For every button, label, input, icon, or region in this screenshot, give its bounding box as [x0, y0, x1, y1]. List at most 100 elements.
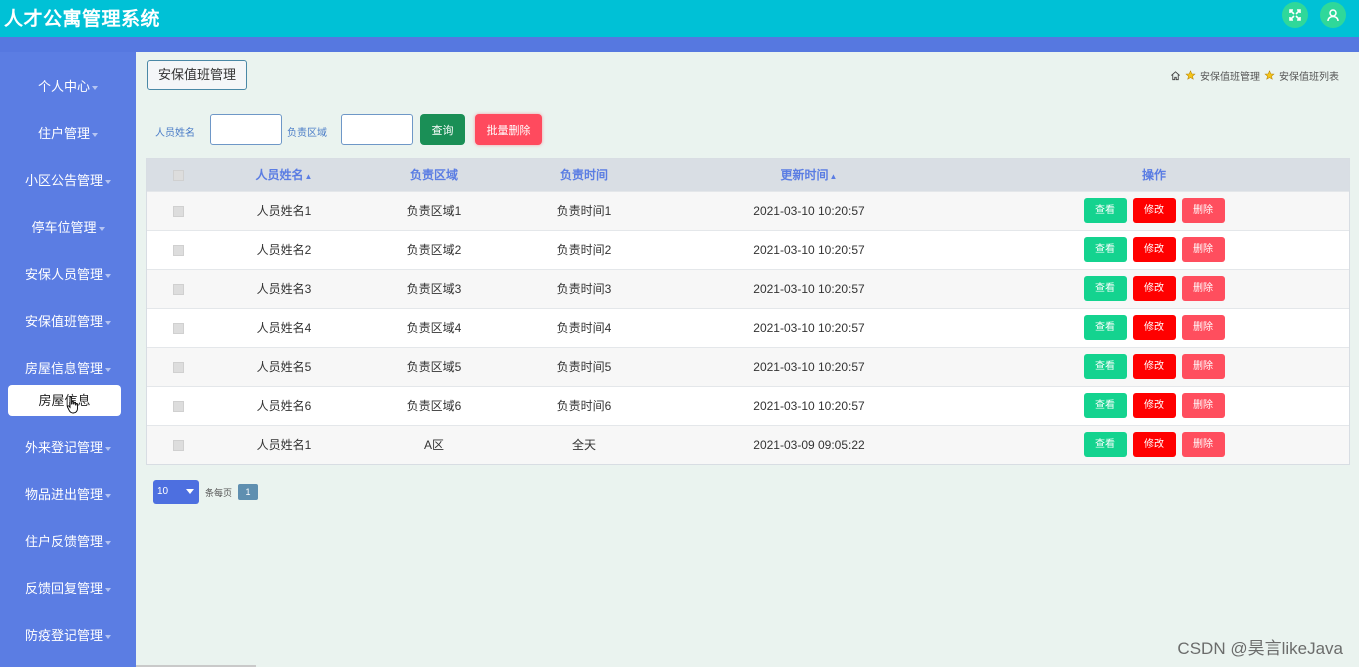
cell-actions: 查看 修改 删除 [959, 190, 1349, 230]
edit-button[interactable]: 修改 [1132, 432, 1176, 458]
sidebar-item-house[interactable]: 房屋信息管理 [0, 358, 136, 380]
cell-time: 负责时间1 [509, 190, 659, 230]
page-size-select[interactable]: 10 [153, 480, 199, 504]
cell-name: 人员姓名1 [209, 424, 359, 464]
edit-button[interactable]: 修改 [1132, 393, 1176, 418]
row-checkbox[interactable] [172, 205, 184, 217]
view-button[interactable]: 查看 [1083, 276, 1127, 301]
page-number-button[interactable]: 1 [238, 484, 259, 500]
table-row: 人员姓名2 负责区域2 负责时间2 2021-03-10 10:20:57 查看 修改 删除 [147, 229, 1349, 269]
cell-updated: 2021-03-10 10:20:57 [659, 229, 959, 269]
cell-updated: 2021-03-10 10:20:57 [659, 346, 959, 386]
delete-button[interactable]: 删除 [1181, 432, 1225, 458]
cell-updated: 2021-03-10 10:20:57 [659, 385, 959, 425]
pagination: 10 条每页 1 [153, 480, 259, 504]
user-icon[interactable] [1320, 2, 1346, 28]
view-button[interactable]: 查看 [1083, 237, 1127, 262]
select-all-checkbox[interactable] [172, 170, 184, 182]
sidebar-item-resident[interactable]: 住户管理 [0, 123, 136, 145]
cell-name: 人员姓名3 [209, 268, 359, 308]
row-checkbox[interactable] [172, 322, 184, 334]
edit-button[interactable]: 修改 [1132, 354, 1176, 379]
sidebar-subitem-house-info[interactable]: 房屋信息 [8, 385, 121, 416]
area-search-label: 负责区域 [287, 128, 327, 139]
header-name[interactable]: 人员姓名▲︎ [209, 159, 359, 191]
breadcrumb-item-duty-management[interactable]: 安保值班管理 [1200, 68, 1260, 83]
caret-down-icon [105, 446, 111, 451]
cell-updated: 2021-03-10 10:20:57 [659, 190, 959, 230]
caret-down-icon [92, 132, 98, 137]
sidebar-item-visitor[interactable]: 外来登记管理 [0, 437, 136, 459]
cell-time: 全天 [509, 424, 659, 464]
delete-button[interactable]: 删除 [1181, 393, 1225, 418]
sort-icon[interactable]: ▲︎ [830, 172, 838, 181]
cell-updated: 2021-03-10 10:20:57 [659, 307, 959, 347]
cell-area: 负责区域6 [359, 385, 509, 425]
name-search-label: 人员姓名 [155, 128, 195, 139]
row-checkbox-cell[interactable] [147, 424, 209, 464]
header-updated[interactable]: 更新时间▲︎ [659, 159, 959, 191]
cell-name: 人员姓名2 [209, 229, 359, 269]
row-checkbox-cell[interactable] [147, 268, 209, 308]
cell-updated: 2021-03-09 09:05:22 [659, 424, 959, 464]
cell-area: A区 [359, 424, 509, 464]
row-checkbox-cell[interactable] [147, 385, 209, 425]
view-button[interactable]: 查看 [1083, 354, 1127, 379]
caret-down-icon [105, 634, 111, 639]
row-checkbox[interactable] [172, 283, 184, 295]
cell-actions: 查看 修改 删除 [959, 424, 1349, 464]
row-checkbox[interactable] [172, 361, 184, 373]
caret-down-icon [105, 367, 111, 372]
delete-button[interactable]: 删除 [1181, 198, 1225, 223]
row-checkbox[interactable] [172, 440, 184, 452]
sidebar-item-goods[interactable]: 物品进出管理 [0, 484, 136, 506]
view-button[interactable]: 查看 [1083, 198, 1127, 223]
view-button[interactable]: 查看 [1083, 432, 1127, 458]
table-row: 人员姓名4 负责区域4 负责时间4 2021-03-10 10:20:57 查看 修改 删除 [147, 307, 1349, 347]
sidebar-item-feedback[interactable]: 住户反馈管理 [0, 531, 136, 553]
delete-button[interactable]: 删除 [1181, 237, 1225, 262]
sort-icon[interactable]: ▲︎ [305, 172, 313, 181]
row-checkbox-cell[interactable] [147, 190, 209, 230]
row-checkbox-cell[interactable] [147, 307, 209, 347]
edit-button[interactable]: 修改 [1132, 315, 1176, 340]
per-page-label: 条每页 [205, 487, 233, 498]
row-checkbox[interactable] [172, 400, 184, 412]
sidebar-item-security-duty[interactable]: 安保值班管理 [0, 311, 136, 333]
area-search-input[interactable] [341, 114, 413, 145]
delete-button[interactable]: 删除 [1181, 276, 1225, 301]
caret-down-icon [92, 85, 98, 90]
edit-button[interactable]: 修改 [1132, 198, 1176, 223]
caret-down-icon [105, 540, 111, 545]
watermark: CSDN @昊言likeJava [1177, 639, 1343, 658]
sidebar-item-epidemic[interactable]: 防疫登记管理 [0, 625, 136, 647]
sidebar-item-parking[interactable]: 停车位管理 [0, 217, 136, 239]
row-checkbox-cell[interactable] [147, 346, 209, 386]
sidebar-item-notice[interactable]: 小区公告管理 [0, 170, 136, 192]
edit-button[interactable]: 修改 [1132, 276, 1176, 301]
select-all-checkbox-cell[interactable] [147, 159, 209, 191]
cell-area: 负责区域2 [359, 229, 509, 269]
batch-delete-button[interactable]: 批量删除 [475, 114, 542, 145]
sidebar-item-security-staff[interactable]: 安保人员管理 [0, 264, 136, 286]
query-button[interactable]: 查询 [420, 114, 465, 145]
cell-actions: 查看 修改 删除 [959, 268, 1349, 308]
home-icon[interactable] [1170, 70, 1181, 81]
page-title: 安保值班管理 [147, 60, 247, 90]
sidebar: 个人中心 住户管理 小区公告管理 停车位管理 安保人员管理 安保值班管理 房屋信… [0, 52, 136, 667]
fullscreen-icon[interactable] [1282, 2, 1308, 28]
sidebar-item-reply[interactable]: 反馈回复管理 [0, 578, 136, 600]
cell-area: 负责区域3 [359, 268, 509, 308]
sidebar-item-personal-center[interactable]: 个人中心 [0, 76, 136, 98]
view-button[interactable]: 查看 [1083, 393, 1127, 418]
delete-button[interactable]: 删除 [1181, 354, 1225, 379]
cell-actions: 查看 修改 删除 [959, 229, 1349, 269]
cell-time: 负责时间4 [509, 307, 659, 347]
row-checkbox-cell[interactable] [147, 229, 209, 269]
edit-button[interactable]: 修改 [1132, 237, 1176, 262]
name-search-input[interactable] [210, 114, 282, 145]
header-time: 负责时间 [509, 159, 659, 191]
row-checkbox[interactable] [172, 244, 184, 256]
delete-button[interactable]: 删除 [1181, 315, 1225, 340]
view-button[interactable]: 查看 [1083, 315, 1127, 340]
